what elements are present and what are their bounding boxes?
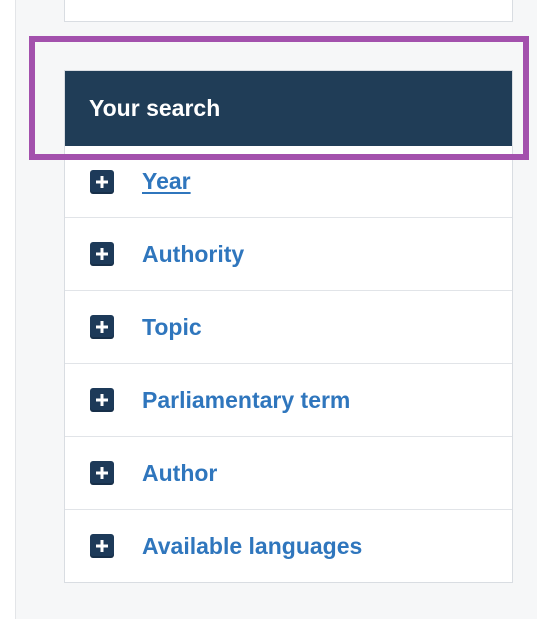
facet-item-parliamentary-term[interactable]: Parliamentary term — [65, 364, 512, 437]
facet-link-parliamentary-term[interactable]: Parliamentary term — [142, 388, 350, 412]
plus-icon[interactable] — [90, 461, 114, 485]
facet-item-authority[interactable]: Authority — [65, 218, 512, 291]
plus-icon[interactable] — [90, 388, 114, 412]
facet-item-available-languages[interactable]: Available languages — [65, 510, 512, 582]
plus-icon[interactable] — [90, 242, 114, 266]
previous-panel-bottom — [64, 0, 513, 22]
plus-icon[interactable] — [90, 169, 114, 194]
facet-item-year[interactable]: Year — [65, 146, 512, 218]
facet-link-author[interactable]: Author — [142, 461, 217, 485]
page-left-margin — [0, 0, 16, 619]
facet-link-authority[interactable]: Authority — [142, 242, 244, 266]
facet-link-topic[interactable]: Topic — [142, 315, 202, 339]
plus-icon[interactable] — [90, 534, 114, 558]
plus-icon[interactable] — [90, 315, 114, 339]
facet-link-available-languages[interactable]: Available languages — [142, 534, 362, 558]
facet-item-author[interactable]: Author — [65, 437, 512, 510]
search-filter-panel: Your search Year Authority Topic Parliam… — [64, 70, 513, 583]
facet-item-topic[interactable]: Topic — [65, 291, 512, 364]
facet-list: Year Authority Topic Parliamentary term … — [65, 146, 512, 582]
panel-title: Your search — [65, 71, 512, 146]
facet-link-year[interactable]: Year — [142, 170, 191, 193]
